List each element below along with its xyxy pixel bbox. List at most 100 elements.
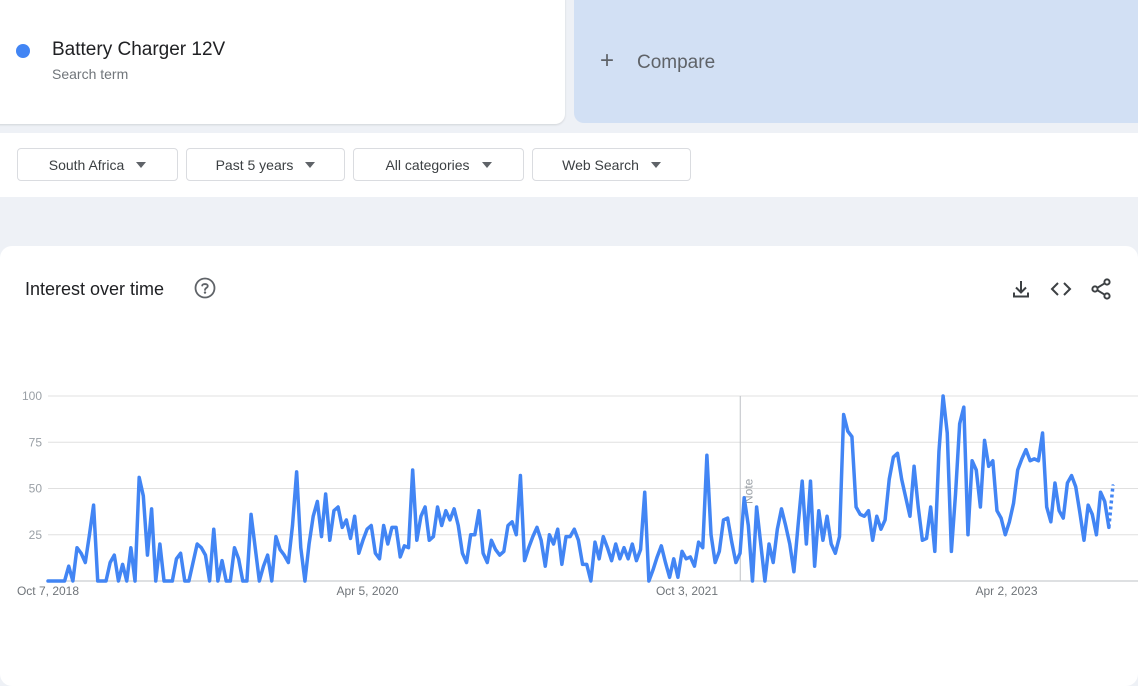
data-point — [80, 552, 82, 555]
data-point — [474, 533, 476, 536]
data-point — [768, 543, 770, 545]
data-point — [208, 580, 211, 582]
data-point — [755, 506, 758, 508]
data-point — [1083, 539, 1085, 542]
data-point — [726, 517, 729, 519]
data-point — [511, 521, 513, 523]
data-point — [983, 439, 986, 442]
data-point — [722, 519, 725, 521]
data-point — [130, 546, 132, 549]
data-point — [1066, 482, 1069, 484]
search-term-name[interactable]: Battery Charger 12V — [52, 39, 225, 61]
data-point — [971, 459, 973, 462]
data-point — [237, 558, 240, 560]
data-point — [880, 528, 882, 530]
data-point — [225, 580, 227, 582]
x-tick-label: Oct 7, 2018 — [17, 584, 79, 598]
data-point — [150, 508, 153, 510]
data-point — [399, 556, 402, 558]
data-point — [146, 554, 149, 556]
search-type-filter[interactable]: Web Search — [532, 148, 691, 181]
data-point — [469, 533, 472, 536]
data-point — [1045, 506, 1048, 508]
data-point — [1070, 474, 1073, 477]
data-point — [776, 528, 779, 530]
data-point — [204, 554, 207, 556]
region-filter[interactable]: South Africa — [17, 148, 178, 181]
data-point — [291, 524, 294, 527]
data-point — [672, 558, 675, 560]
data-point — [507, 524, 509, 527]
data-point — [117, 580, 120, 582]
data-point — [378, 558, 381, 560]
data-point — [266, 554, 269, 556]
data-point — [942, 395, 944, 397]
data-point — [387, 543, 389, 545]
data-point — [101, 580, 103, 582]
data-point — [1091, 513, 1094, 516]
data-point — [391, 526, 393, 529]
data-point — [797, 524, 799, 527]
series-partial-segment — [1107, 484, 1115, 528]
time-range-filter[interactable]: Past 5 years — [186, 148, 345, 181]
interest-over-time-card: Interest over time 25 50 75 100 Oct 7, 2018 A… — [0, 246, 1138, 686]
data-point — [706, 454, 708, 456]
data-point — [353, 515, 356, 518]
data-point — [159, 543, 161, 545]
data-point — [614, 543, 617, 545]
data-point — [304, 580, 306, 582]
time-range-filter-label: Past 5 years — [215, 156, 294, 173]
compare-label: Compare — [637, 52, 716, 73]
data-point — [623, 546, 625, 549]
data-point — [395, 526, 397, 529]
data-point — [648, 580, 650, 582]
search-term-subtitle: Search term — [52, 66, 129, 82]
data-point — [299, 546, 302, 549]
data-point — [900, 478, 903, 481]
data-point — [909, 515, 911, 518]
data-point — [1079, 511, 1081, 514]
data-point — [793, 570, 795, 573]
y-tick-label: 25 — [29, 528, 43, 542]
data-point — [212, 528, 215, 530]
data-point — [739, 552, 741, 555]
data-point — [246, 580, 248, 582]
data-point — [411, 469, 414, 471]
data-point — [830, 543, 833, 545]
data-point — [416, 539, 418, 542]
data-point — [577, 539, 580, 542]
compare-button[interactable]: + Compare — [574, 0, 1138, 123]
data-point — [1029, 459, 1031, 462]
data-point — [233, 546, 236, 549]
data-point — [523, 559, 526, 562]
series-color-dot — [16, 44, 30, 58]
data-point — [1087, 504, 1089, 506]
data-point — [424, 506, 426, 508]
data-point — [801, 480, 803, 482]
data-point — [258, 580, 261, 582]
data-point — [710, 533, 712, 536]
data-point — [503, 550, 505, 553]
data-point — [67, 565, 70, 567]
data-point — [855, 506, 857, 508]
data-point — [896, 452, 899, 455]
data-point — [92, 504, 95, 506]
data-point — [333, 509, 335, 512]
data-point — [643, 491, 646, 493]
data-point — [171, 580, 174, 582]
data-point — [72, 580, 74, 582]
data-point — [925, 537, 928, 540]
data-point — [295, 471, 298, 473]
data-point — [826, 515, 828, 518]
search-term-card[interactable]: Battery Charger 12V Search term — [0, 0, 565, 124]
data-point — [697, 541, 700, 543]
data-point — [221, 559, 223, 562]
data-point — [875, 515, 878, 518]
data-point — [585, 563, 588, 566]
data-point — [532, 535, 534, 538]
category-filter[interactable]: All categories — [353, 148, 524, 181]
data-point — [987, 465, 990, 468]
data-point — [179, 552, 182, 555]
data-point — [142, 495, 145, 497]
data-point — [685, 558, 687, 560]
